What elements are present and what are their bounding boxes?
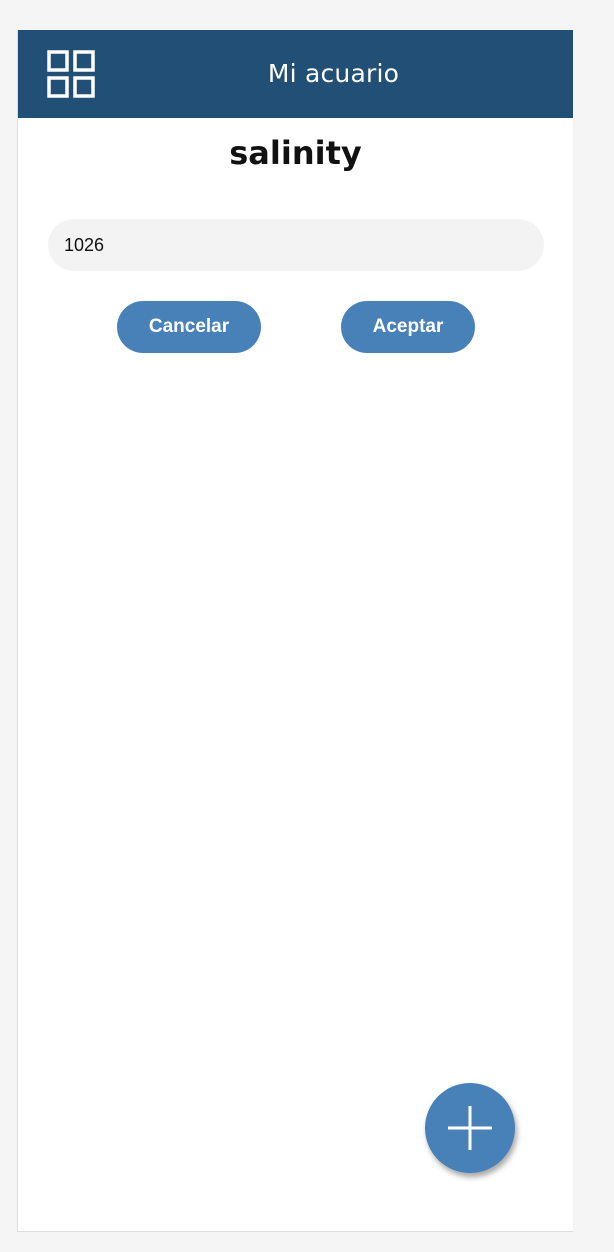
add-button[interactable] (425, 1083, 515, 1173)
cancel-button[interactable]: Cancelar (117, 301, 261, 353)
plus-icon (448, 1106, 492, 1150)
accept-button[interactable]: Aceptar (341, 301, 475, 353)
salinity-input[interactable] (48, 219, 544, 271)
app-screen: Mi acuario salinity Cancelar Aceptar (17, 30, 573, 1232)
app-title: Mi acuario (267, 59, 400, 88)
page-heading: salinity (229, 134, 362, 172)
app-header: Mi acuario (18, 30, 573, 118)
